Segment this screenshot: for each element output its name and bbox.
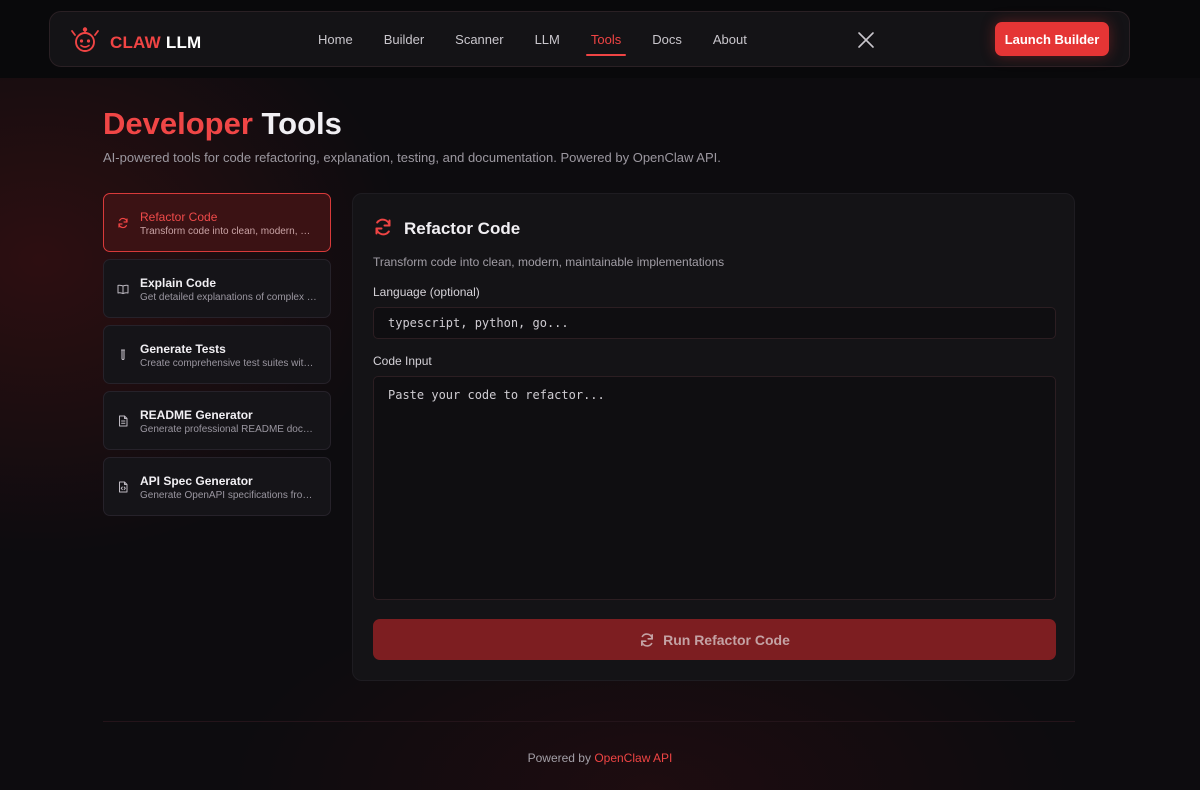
tool-name: README Generator	[140, 408, 253, 422]
panel-title: Refactor Code	[404, 219, 521, 238]
launch-builder-button[interactable]: Launch Builder	[995, 22, 1109, 56]
panel-description: Transform code into clean, modern, maint…	[373, 255, 725, 269]
footer-divider	[103, 721, 1075, 722]
nav-tools[interactable]: Tools	[585, 12, 627, 68]
robot-claw-logo-icon	[70, 25, 100, 60]
nav-builder[interactable]: Builder	[384, 12, 424, 68]
top-bar: CLAW LLM Home Builder Scanner LLM Tools D…	[0, 0, 1200, 78]
tool-description: Transform code into clean, modern, maint…	[140, 226, 318, 237]
nav-about[interactable]: About	[713, 12, 747, 68]
refresh-icon	[373, 217, 393, 237]
code-input-label: Code Input	[373, 354, 432, 368]
tool-description: Create comprehensive test suites with co…	[140, 358, 318, 369]
test-tube-icon	[117, 349, 129, 361]
page-subtitle: AI-powered tools for code refactoring, e…	[103, 150, 721, 165]
nav-menu: Home Builder Scanner LLM Tools Docs Abou…	[318, 12, 778, 68]
tool-readme-generator[interactable]: README Generator Generate professional R…	[103, 391, 331, 450]
tool-description: Generate OpenAPI specifications from cod…	[140, 490, 318, 501]
tool-list: Refactor Code Transform code into clean,…	[103, 193, 331, 523]
footer: Powered by OpenClaw API	[0, 751, 1200, 765]
brand-llm-text: LLM	[165, 32, 202, 52]
page-title-main: Tools	[261, 106, 342, 141]
tool-description: Get detailed explanations of complex cod…	[140, 292, 318, 303]
refresh-icon	[117, 217, 129, 229]
run-button[interactable]: Run Refactor Code	[373, 619, 1056, 660]
file-text-icon	[117, 415, 129, 427]
book-icon	[117, 283, 129, 295]
brand-claw-text: CLAW	[110, 32, 161, 52]
navbar: CLAW LLM Home Builder Scanner LLM Tools D…	[49, 11, 1130, 67]
code-input[interactable]	[373, 376, 1056, 600]
nav-docs[interactable]: Docs	[652, 12, 682, 68]
language-input[interactable]	[373, 307, 1056, 339]
footer-prefix: Powered by	[527, 751, 591, 765]
file-code-icon	[117, 481, 129, 493]
brand[interactable]: CLAW LLM	[70, 25, 201, 60]
x-icon[interactable]	[856, 30, 876, 50]
run-button-label: Run Refactor Code	[663, 631, 790, 648]
tool-name: Generate Tests	[140, 342, 226, 356]
tool-name: API Spec Generator	[140, 474, 253, 488]
tool-name: Refactor Code	[140, 210, 218, 224]
tool-explain-code[interactable]: Explain Code Get detailed explanations o…	[103, 259, 331, 318]
tool-api-spec-generator[interactable]: API Spec Generator Generate OpenAPI spec…	[103, 457, 331, 516]
footer-openclaw-link[interactable]: OpenClaw API	[594, 751, 672, 765]
tool-description: Generate professional README documentati…	[140, 424, 318, 435]
brand-name: CLAW LLM	[110, 33, 201, 53]
nav-llm[interactable]: LLM	[535, 12, 560, 68]
tool-panel: Refactor Code Transform code into clean,…	[352, 193, 1075, 681]
tool-refactor-code[interactable]: Refactor Code Transform code into clean,…	[103, 193, 331, 252]
nav-home[interactable]: Home	[318, 12, 353, 68]
tool-generate-tests[interactable]: Generate Tests Create comprehensive test…	[103, 325, 331, 384]
nav-scanner[interactable]: Scanner	[455, 12, 503, 68]
refresh-icon	[639, 632, 663, 648]
page-title: Developer Tools	[103, 106, 342, 142]
language-label: Language (optional)	[373, 285, 480, 299]
page-title-accent: Developer	[103, 106, 253, 141]
tool-name: Explain Code	[140, 276, 217, 290]
